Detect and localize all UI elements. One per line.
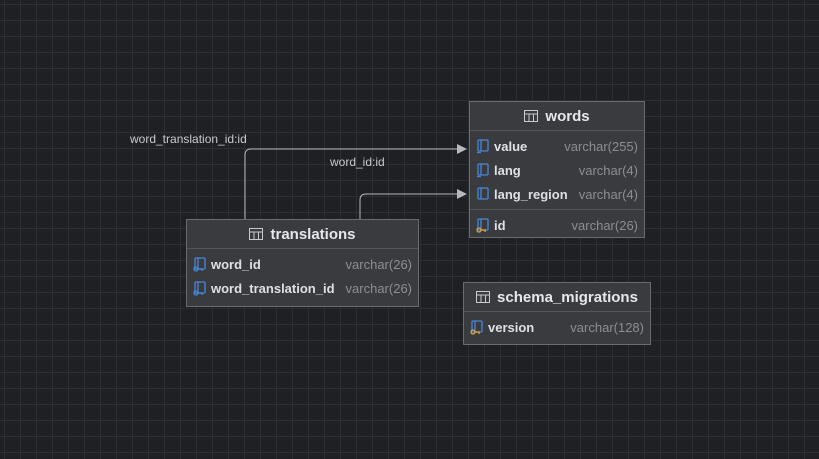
column-row[interactable]: lang varchar(4) [470,158,644,182]
primary-key-column-icon [476,218,489,233]
table-icon [476,291,491,303]
column-type: varchar(4) [578,162,638,178]
table-header[interactable]: words [470,102,644,131]
table-translations[interactable]: translations word_id varchar(26) word_tr… [186,219,419,307]
column-name: lang [494,162,521,178]
column-icon [477,187,489,200]
column-type: varchar(26) [571,217,638,233]
primary-key-column-icon [470,320,483,335]
columns-section: value varchar(255) lang varchar(4) lang_… [470,131,644,209]
column-row[interactable]: id varchar(26) [470,213,644,237]
table-icon [524,110,539,122]
column-type: varchar(255) [564,138,638,154]
table-header[interactable]: translations [187,220,418,249]
table-title: words [545,107,590,125]
column-row[interactable]: version varchar(128) [464,315,650,339]
column-name: word_id [211,256,261,272]
column-name: lang_region [494,186,568,202]
edge-label-word-translation-id: word_translation_id:id [130,132,247,146]
edge-label-word-id: word_id:id [330,155,385,169]
diagram-canvas[interactable]: word_translation_id:id word_id:id words … [0,0,819,459]
column-row[interactable]: lang_region varchar(4) [470,182,644,206]
column-row[interactable]: word_id varchar(26) [187,252,418,276]
column-name: word_translation_id [211,280,335,296]
table-icon [249,228,264,240]
column-icon [477,163,489,178]
table-title: translations [270,225,356,243]
table-words[interactable]: words value varchar(255) lang varchar(4)… [469,101,645,238]
table-title: schema_migrations [497,288,638,306]
edge-word-id[interactable] [359,189,467,219]
column-row[interactable]: value varchar(255) [470,134,644,158]
column-type: varchar(26) [345,280,412,296]
foreign-key-column-icon [193,281,206,296]
column-icon [477,139,489,154]
columns-section: version varchar(128) [464,312,650,342]
column-name: id [494,217,506,233]
keys-section: id varchar(26) [470,209,644,240]
table-header[interactable]: schema_migrations [464,283,650,312]
foreign-key-column-icon [193,257,206,272]
column-name: version [488,319,535,335]
column-name: value [494,138,528,154]
column-type: varchar(4) [578,186,638,202]
column-row[interactable]: word_translation_id varchar(26) [187,276,418,300]
column-type: varchar(128) [570,319,644,335]
table-schema-migrations[interactable]: schema_migrations version varchar(128) [463,282,651,345]
column-type: varchar(26) [345,256,412,272]
columns-section: word_id varchar(26) word_translation_id … [187,249,418,303]
